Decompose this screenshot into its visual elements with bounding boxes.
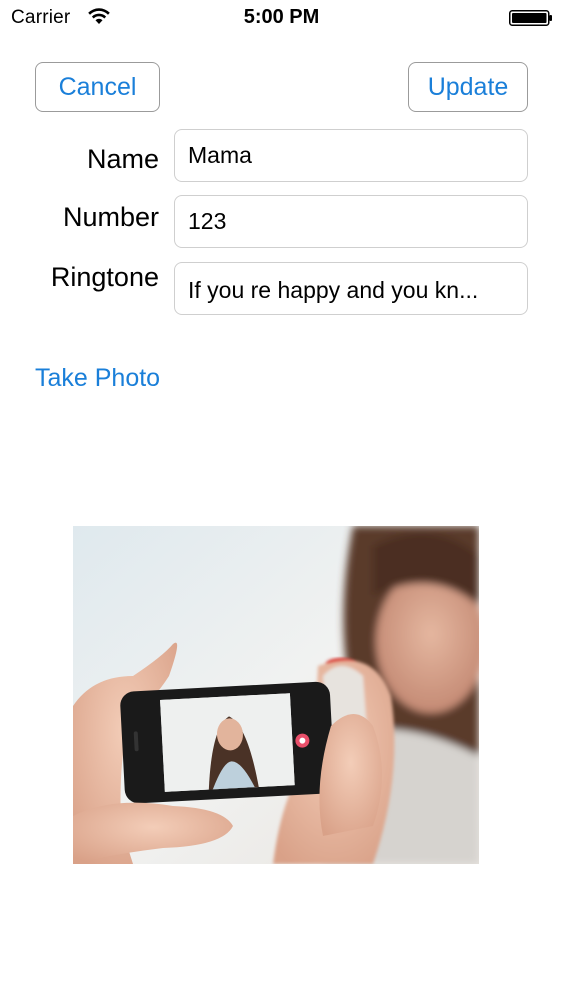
update-button[interactable]: Update — [408, 62, 528, 112]
ringtone-label: Ringtone — [50, 262, 159, 292]
contact-photo — [73, 526, 479, 864]
take-photo-button[interactable]: Take Photo — [35, 364, 160, 393]
name-label: Name — [86, 144, 159, 174]
battery-icon — [509, 10, 552, 26]
cancel-button[interactable]: Cancel — [35, 62, 160, 112]
ringtone-field[interactable]: If you re happy and you kn... — [174, 262, 528, 315]
status-bar: Carrier 5:00 PM — [0, 0, 563, 38]
name-field[interactable]: Mama — [174, 129, 528, 182]
number-label: Number — [62, 202, 159, 232]
status-time: 5:00 PM — [243, 6, 320, 28]
number-field[interactable]: 123 — [174, 195, 528, 248]
